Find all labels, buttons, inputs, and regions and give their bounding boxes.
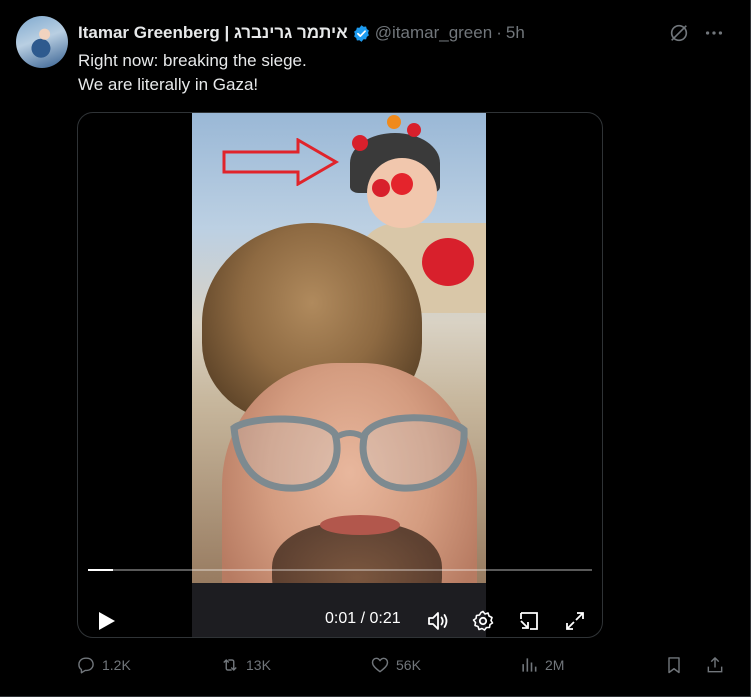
more-icon[interactable] [703, 22, 725, 44]
hat-flower [352, 135, 368, 151]
repost-icon [223, 659, 237, 671]
views-count: 2M [545, 657, 565, 673]
progress-bar[interactable] [88, 569, 592, 571]
repost-count: 13K [246, 657, 271, 673]
pip-icon[interactable] [517, 609, 541, 633]
reply-icon [78, 657, 94, 674]
play-icon[interactable] [94, 609, 118, 633]
verified-icon [353, 24, 369, 42]
red-rose [422, 238, 474, 286]
timestamp[interactable]: 5h [506, 23, 525, 43]
like-icon [371, 657, 389, 673]
video-time: 0:01 / 0:21 [325, 610, 401, 627]
views-icon [522, 658, 537, 672]
tweet-text-line: We are literally in Gaza! [78, 75, 259, 94]
reply-count: 1.2K [102, 657, 131, 673]
like-button[interactable]: 56K [370, 652, 421, 678]
views-button[interactable]: 2M [519, 652, 564, 678]
red-arrow-annotation [222, 138, 339, 186]
clown-nose [391, 173, 413, 195]
tweet-text: Right now: breaking the siege. We are li… [78, 49, 598, 97]
fullscreen-icon[interactable] [563, 609, 587, 633]
video-player[interactable]: 0:01 / 0:21 [77, 112, 603, 638]
handle[interactable]: @itamar_green [375, 23, 492, 43]
tweet-text-line: Right now: breaking the siege. [78, 51, 307, 70]
tweet-header: Itamar Greenberg | איתמר גרינברג @itamar… [78, 22, 525, 44]
repost-button[interactable]: 13K [220, 652, 271, 678]
hat-flower [372, 179, 390, 197]
reply-button[interactable]: 1.2K [76, 652, 131, 678]
share-icon [707, 657, 723, 673]
glasses [230, 414, 468, 492]
mouth [320, 515, 400, 535]
settings-icon[interactable] [471, 609, 495, 633]
action-bar: 1.2K 13K 56K 2M [76, 652, 736, 678]
separator-dot: · [496, 23, 502, 42]
display-name[interactable]: Itamar Greenberg | איתמר גרינברג [78, 23, 348, 43]
avatar[interactable] [16, 16, 68, 68]
bookmark-button[interactable] [664, 652, 684, 678]
hat-flower [407, 123, 421, 137]
volume-icon[interactable] [426, 609, 450, 633]
share-button[interactable] [705, 652, 725, 678]
bookmark-icon [668, 657, 680, 674]
progress-fill [88, 569, 114, 571]
grok-icon[interactable] [668, 22, 690, 44]
video-controls: 0:01 / 0:21 [78, 553, 602, 637]
hat-flower [387, 115, 401, 129]
like-count: 56K [396, 657, 421, 673]
